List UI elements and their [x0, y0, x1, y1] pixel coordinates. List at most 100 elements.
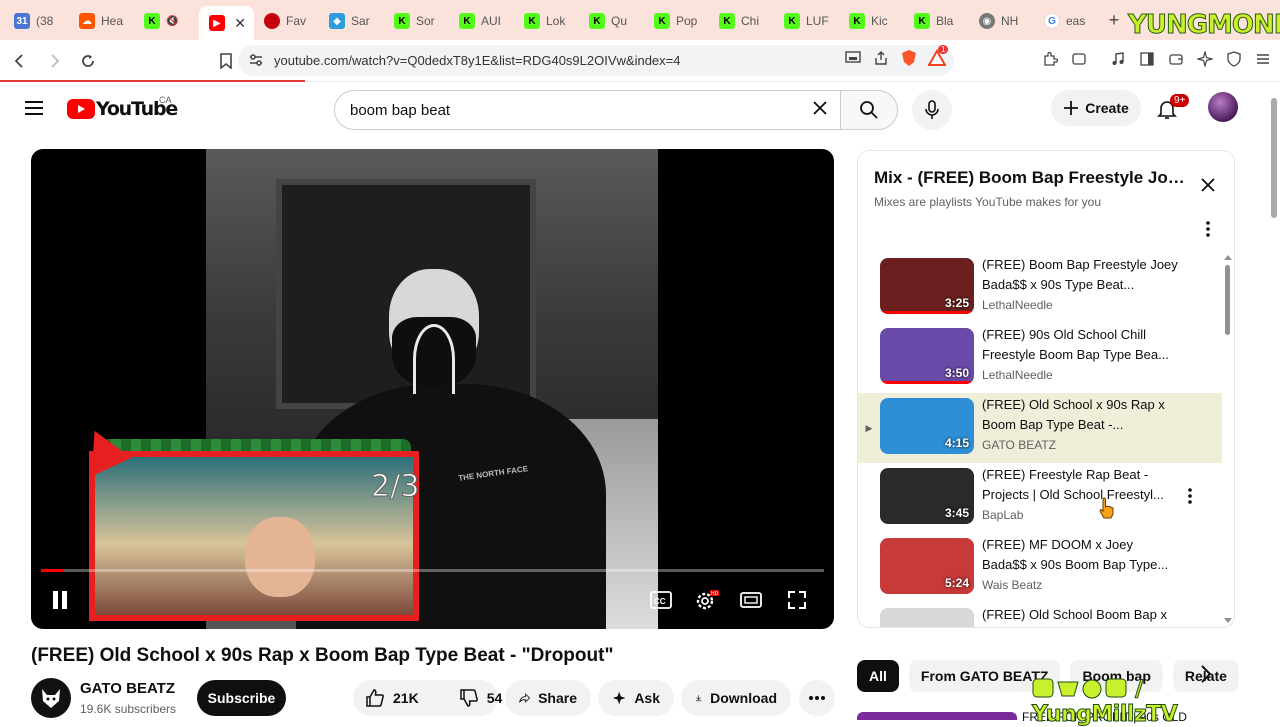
browser-tab[interactable]: K Kic	[839, 6, 904, 36]
ask-label: Ask	[634, 690, 660, 706]
more-actions-button[interactable]	[799, 680, 835, 716]
playlist-item-thumbnail[interactable]	[880, 608, 974, 627]
fullscreen-button[interactable]	[786, 589, 808, 616]
close-playlist-button[interactable]	[1200, 177, 1216, 198]
guide-menu-button[interactable]	[24, 100, 44, 121]
search-button[interactable]	[840, 90, 898, 130]
playlist-item-title[interactable]: (FREE) Old School x 90s Rap x Boom Bap T…	[982, 395, 1178, 435]
address-bar[interactable]: youtube.com/watch?v=Q0dedxT8y1E&list=RDG…	[238, 45, 954, 76]
browser-menu-icon[interactable]	[1254, 50, 1272, 68]
create-button[interactable]: Create	[1051, 90, 1141, 126]
brave-rewards-icon[interactable]: 1	[928, 45, 949, 67]
playlist-item-thumbnail[interactable]: 4:15	[880, 398, 974, 454]
cast-icon[interactable]	[844, 49, 862, 67]
reload-button[interactable]	[74, 47, 102, 75]
browser-tab[interactable]: K Bla	[904, 6, 969, 36]
filter-chip[interactable]: All	[857, 660, 899, 692]
clear-search-button[interactable]	[812, 100, 828, 121]
browser-tab[interactable]: ☁ Hea	[69, 6, 134, 36]
browser-tab[interactable]: 31 (38	[4, 6, 69, 36]
muted-speaker-icon[interactable]: 🔇	[166, 16, 178, 27]
playlist-item-thumbnail[interactable]: 3:25	[880, 258, 974, 314]
forward-button[interactable]	[40, 47, 68, 75]
browser-tab[interactable]: ◉ NH	[969, 6, 1034, 36]
scroll-up-icon[interactable]	[1222, 253, 1234, 261]
site-settings-icon[interactable]	[248, 52, 264, 68]
playlist-scroll-thumb[interactable]	[1225, 265, 1230, 335]
download-button[interactable]: Download	[681, 680, 791, 716]
ask-button[interactable]: Ask	[598, 680, 674, 716]
page-scroll-thumb[interactable]	[1271, 98, 1277, 218]
playlist-item-title[interactable]: (FREE) Old School Boom Bap x	[982, 605, 1178, 627]
browser-tab[interactable]: K Qu	[579, 6, 644, 36]
browser-tab[interactable]: K 🔇	[134, 6, 199, 36]
browser-tab[interactable]: K Pop	[644, 6, 709, 36]
subscribe-button[interactable]: Subscribe	[197, 680, 286, 716]
close-tab-icon[interactable]: ✕	[234, 15, 246, 32]
new-tab-button[interactable]: +	[1099, 5, 1129, 35]
download-icon	[695, 695, 702, 702]
browser-tab[interactable]: K Chi	[709, 6, 774, 36]
browser-tab[interactable]: ▶ ✕	[199, 6, 254, 40]
playlist-items: 3:25 (FREE) Boom Bap Freestyle Joey Bada$…	[858, 253, 1222, 627]
channel-avatar[interactable]	[31, 678, 71, 718]
bookmark-button[interactable]	[212, 47, 240, 75]
wallet-icon[interactable]	[1167, 50, 1185, 68]
youtube-logo[interactable]: YouTube CA	[67, 95, 178, 120]
browser-tab[interactable]: Geas	[1034, 6, 1099, 36]
browser-tab[interactable]: K AUI	[449, 6, 514, 36]
browser-tab[interactable]: K Sor	[384, 6, 449, 36]
progress-bar[interactable]	[41, 569, 824, 572]
voice-search-button[interactable]	[912, 90, 952, 130]
subtitles-button[interactable]: CC	[649, 589, 673, 616]
notification-badge: 9+	[1170, 94, 1190, 107]
settings-button[interactable]: HD	[694, 589, 720, 618]
back-button[interactable]	[6, 47, 34, 75]
page-scrollbar[interactable]	[1268, 84, 1280, 720]
browser-tab[interactable]: K Lok	[514, 6, 579, 36]
playlist-item-title[interactable]: (FREE) Boom Bap Freestyle Joey Bada$$ x …	[982, 255, 1178, 295]
brave-shields-icon[interactable]	[900, 49, 918, 67]
pause-button[interactable]	[51, 589, 69, 616]
playlist-item-title[interactable]: (FREE) MF DOOM x Joey Bada$$ x 90s Boom …	[982, 535, 1178, 575]
playlist-item-thumbnail[interactable]: 3:50	[880, 328, 974, 384]
sidebar-icon[interactable]	[1138, 50, 1156, 68]
share-button[interactable]: Share	[505, 680, 591, 716]
extensions-icon[interactable]	[1041, 50, 1059, 68]
playlist-item[interactable]: 3:50 (FREE) 90s Old School Chill Freestyl…	[858, 323, 1222, 393]
playlist-item-title[interactable]: (FREE) 90s Old School Chill Freestyle Bo…	[982, 325, 1178, 365]
playlist-item[interactable]: 3:45 (FREE) Freestyle Rap Beat - Projects…	[858, 463, 1222, 533]
leo-ai-icon[interactable]	[1196, 50, 1214, 68]
playlist-title[interactable]: Mix - (FREE) Boom Bap Freestyle Joey Bad…	[874, 168, 1194, 188]
browser-tab[interactable]: K LUF	[774, 6, 839, 36]
playlist-scrollbar[interactable]	[1222, 253, 1234, 627]
playlist-item[interactable]: (FREE) Old School Boom Bap x	[858, 603, 1222, 627]
vpn-icon[interactable]	[1225, 50, 1243, 68]
media-icon[interactable]	[1109, 50, 1127, 68]
share-page-icon[interactable]	[872, 49, 890, 67]
thumbs-up-icon	[366, 689, 384, 707]
like-button[interactable]: 21K	[353, 680, 431, 716]
youtube-header: YouTube CA boom bap beat Create 9+	[0, 84, 1268, 134]
playlist-item[interactable]: 3:25 (FREE) Boom Bap Freestyle Joey Bada$…	[858, 253, 1222, 323]
playlist-item-title[interactable]: (FREE) Freestyle Rap Beat - Projects | O…	[982, 465, 1178, 505]
playlist-menu-button[interactable]	[1206, 221, 1210, 242]
kick-icon: K	[784, 13, 800, 29]
playlist-item-thumbnail[interactable]: 5:24	[880, 538, 974, 594]
playlist-item[interactable]: 5:24 (FREE) MF DOOM x Joey Bada$$ x 90s B…	[858, 533, 1222, 603]
share-label: Share	[538, 690, 577, 706]
url-text: youtube.com/watch?v=Q0dedxT8y1E&list=RDG…	[274, 53, 681, 68]
theater-mode-button[interactable]	[739, 589, 763, 616]
playlist-item-thumbnail[interactable]: 3:45	[880, 468, 974, 524]
channel-name[interactable]: GATO BEATZ	[80, 680, 175, 697]
video-player[interactable]: THE NORTH FACE 2/3 CC HD	[31, 149, 834, 629]
account-avatar[interactable]	[1208, 92, 1238, 122]
search-input[interactable]: boom bap beat	[334, 90, 840, 130]
playlist-item-menu-icon[interactable]	[1188, 488, 1192, 509]
scroll-down-icon[interactable]	[1222, 617, 1234, 625]
browser-tab[interactable]: Fav	[254, 6, 319, 36]
tab-search-icon[interactable]	[1070, 50, 1088, 68]
browser-tab[interactable]: ◆ Sar	[319, 6, 384, 36]
playlist-item[interactable]: ▶ 4:15 (FREE) Old School x 90s Rap x Boom …	[858, 393, 1222, 463]
browser-tab-label: eas	[1066, 14, 1086, 28]
